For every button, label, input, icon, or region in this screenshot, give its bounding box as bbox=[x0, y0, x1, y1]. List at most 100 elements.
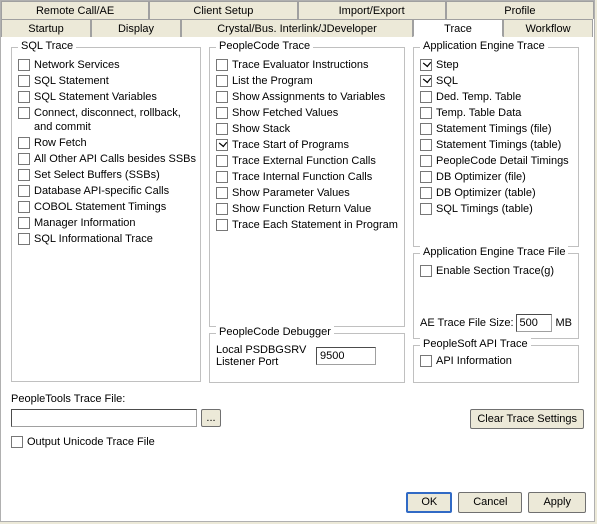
check-sql-4[interactable]: Row Fetch bbox=[18, 136, 196, 150]
checkbox-icon bbox=[18, 233, 30, 245]
checkbox-icon bbox=[420, 155, 432, 167]
tab-remote-call-ae[interactable]: Remote Call/AE bbox=[1, 1, 149, 19]
ae-trace-size-input[interactable] bbox=[516, 314, 552, 332]
checkbox-icon bbox=[420, 355, 432, 367]
checkbox-icon bbox=[420, 171, 432, 183]
checkbox-icon bbox=[18, 75, 30, 87]
check-pc-6[interactable]: Trace External Function Calls bbox=[216, 154, 400, 168]
enable-section-trace-label: Enable Section Trace(g) bbox=[436, 264, 554, 278]
check-sql-0[interactable]: Network Services bbox=[18, 58, 196, 72]
check-sql-6[interactable]: Set Select Buffers (SSBs) bbox=[18, 168, 196, 182]
check-ae-1[interactable]: SQL bbox=[420, 74, 574, 88]
checkbox-icon bbox=[216, 203, 228, 215]
check-pc-5[interactable]: Trace Start of Programs bbox=[216, 138, 400, 152]
check-ae-0[interactable]: Step bbox=[420, 58, 574, 72]
check-ae-7[interactable]: DB Optimizer (file) bbox=[420, 170, 574, 184]
checkbox-icon bbox=[18, 91, 30, 103]
check-pc-3[interactable]: Show Fetched Values bbox=[216, 106, 400, 120]
check-label: Ded. Temp. Table bbox=[436, 90, 521, 104]
check-ae-5[interactable]: Statement Timings (table) bbox=[420, 138, 574, 152]
ae-trace-size-label: AE Trace File Size: bbox=[420, 317, 516, 329]
check-ae-9[interactable]: SQL Timings (table) bbox=[420, 202, 574, 216]
check-label: Trace Start of Programs bbox=[232, 138, 349, 152]
checkbox-icon bbox=[18, 137, 30, 149]
ps-api-trace-title: PeopleSoft API Trace bbox=[420, 338, 531, 350]
check-label: Show Fetched Values bbox=[232, 106, 338, 120]
checkbox-icon bbox=[420, 139, 432, 151]
check-sql-7[interactable]: Database API-specific Calls bbox=[18, 184, 196, 198]
check-sql-1[interactable]: SQL Statement bbox=[18, 74, 196, 88]
output-unicode-label: Output Unicode Trace File bbox=[27, 435, 155, 449]
check-api-information[interactable]: API Information bbox=[420, 354, 574, 368]
check-ae-4[interactable]: Statement Timings (file) bbox=[420, 122, 574, 136]
tab-import-export[interactable]: Import/Export bbox=[298, 1, 446, 19]
check-pc-0[interactable]: Trace Evaluator Instructions bbox=[216, 58, 400, 72]
check-pc-2[interactable]: Show Assignments to Variables bbox=[216, 90, 400, 104]
check-sql-3[interactable]: Connect, disconnect, rollback, and commi… bbox=[18, 106, 196, 134]
trace-file-input[interactable] bbox=[11, 409, 197, 427]
check-sql-5[interactable]: All Other API Calls besides SSBs bbox=[18, 152, 196, 166]
tab-display[interactable]: Display bbox=[91, 19, 181, 37]
check-pc-10[interactable]: Trace Each Statement in Program bbox=[216, 218, 400, 232]
check-label: DB Optimizer (table) bbox=[436, 186, 536, 200]
checkbox-icon bbox=[18, 107, 30, 119]
check-pc-4[interactable]: Show Stack bbox=[216, 122, 400, 136]
check-ae-8[interactable]: DB Optimizer (table) bbox=[420, 186, 574, 200]
checkbox-icon bbox=[420, 91, 432, 103]
checkbox-icon bbox=[420, 59, 432, 71]
clear-trace-settings-button[interactable]: Clear Trace Settings bbox=[470, 409, 584, 429]
tab-crystal[interactable]: Crystal/Bus. Interlink/JDeveloper bbox=[181, 19, 413, 37]
check-ae-3[interactable]: Temp. Table Data bbox=[420, 106, 574, 120]
check-pc-9[interactable]: Show Function Return Value bbox=[216, 202, 400, 216]
trace-file-browse-button[interactable]: ... bbox=[201, 409, 221, 427]
dialog-buttons: OK Cancel Apply bbox=[400, 492, 586, 513]
peoplecode-trace-title: PeopleCode Trace bbox=[216, 40, 313, 52]
checkbox-icon bbox=[216, 123, 228, 135]
checkbox-icon bbox=[18, 201, 30, 213]
check-label: Show Function Return Value bbox=[232, 202, 371, 216]
apply-button[interactable]: Apply bbox=[528, 492, 586, 513]
check-ae-6[interactable]: PeopleCode Detail Timings bbox=[420, 154, 574, 168]
tab-startup[interactable]: Startup bbox=[1, 19, 91, 37]
check-label: SQL bbox=[436, 74, 458, 88]
checkbox-icon bbox=[11, 436, 23, 448]
check-ae-2[interactable]: Ded. Temp. Table bbox=[420, 90, 574, 104]
check-label: SQL Statement bbox=[34, 74, 109, 88]
trace-tab-content: SQL Trace Network Services SQL Statement S… bbox=[1, 37, 594, 479]
checkbox-icon bbox=[18, 169, 30, 181]
check-label: Trace External Function Calls bbox=[232, 154, 376, 168]
check-pc-1[interactable]: List the Program bbox=[216, 74, 400, 88]
ae-trace-size-unit: MB bbox=[556, 317, 573, 329]
check-label: Show Stack bbox=[232, 122, 290, 136]
group-peoplecode-debugger: PeopleCode Debugger Local PSDBGSRV Liste… bbox=[209, 333, 405, 383]
sql-trace-title: SQL Trace bbox=[18, 40, 76, 52]
checkbox-icon bbox=[216, 139, 228, 151]
check-label: Connect, disconnect, rollback, and commi… bbox=[34, 106, 196, 134]
checkbox-icon bbox=[216, 91, 228, 103]
pc-debugger-port-input[interactable] bbox=[316, 347, 376, 365]
tab-trace[interactable]: Trace bbox=[413, 19, 503, 37]
check-output-unicode[interactable]: Output Unicode Trace File bbox=[11, 435, 221, 449]
check-sql-10[interactable]: SQL Informational Trace bbox=[18, 232, 196, 246]
cancel-button[interactable]: Cancel bbox=[458, 492, 522, 513]
check-label: Temp. Table Data bbox=[436, 106, 521, 120]
ok-button[interactable]: OK bbox=[406, 492, 452, 513]
check-enable-section-trace[interactable]: Enable Section Trace(g) bbox=[420, 264, 574, 278]
checkbox-icon bbox=[216, 75, 228, 87]
check-label: COBOL Statement Timings bbox=[34, 200, 166, 214]
check-pc-7[interactable]: Trace Internal Function Calls bbox=[216, 170, 400, 184]
api-information-label: API Information bbox=[436, 354, 512, 368]
check-pc-8[interactable]: Show Parameter Values bbox=[216, 186, 400, 200]
check-label: Statement Timings (table) bbox=[436, 138, 561, 152]
check-label: Trace Evaluator Instructions bbox=[232, 58, 369, 72]
check-label: All Other API Calls besides SSBs bbox=[34, 152, 196, 166]
check-sql-8[interactable]: COBOL Statement Timings bbox=[18, 200, 196, 214]
tab-client-setup[interactable]: Client Setup bbox=[149, 1, 297, 19]
tab-profile[interactable]: Profile bbox=[446, 1, 594, 19]
check-sql-9[interactable]: Manager Information bbox=[18, 216, 196, 230]
check-sql-2[interactable]: SQL Statement Variables bbox=[18, 90, 196, 104]
group-ae-trace: Application Engine Trace StepSQLDed. Tem… bbox=[413, 47, 579, 247]
check-label: Show Parameter Values bbox=[232, 186, 350, 200]
check-label: Row Fetch bbox=[34, 136, 87, 150]
tab-workflow[interactable]: Workflow bbox=[503, 19, 593, 37]
